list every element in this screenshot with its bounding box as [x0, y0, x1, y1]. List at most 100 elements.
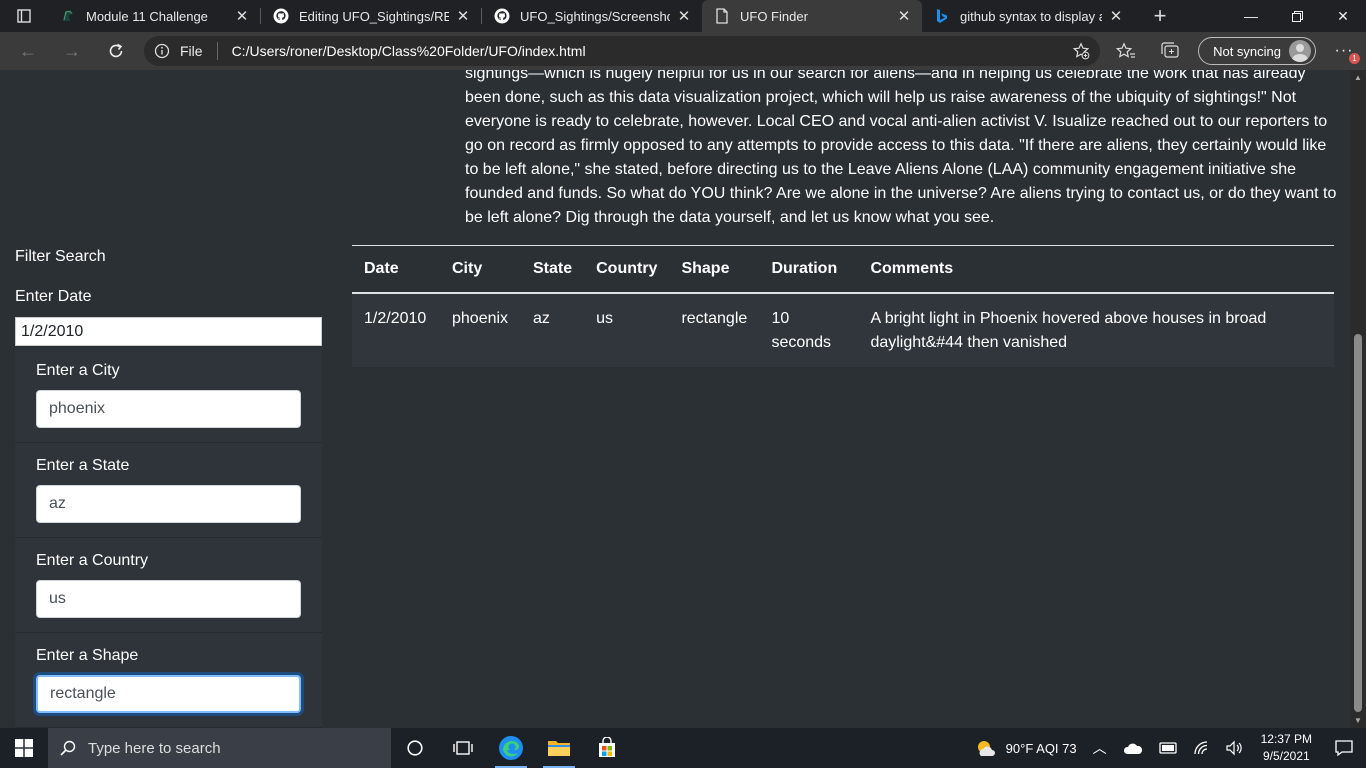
column-header-city: City: [440, 245, 521, 294]
cell-date: 1/2/2010: [352, 293, 440, 367]
avatar: [1289, 40, 1311, 62]
tab-actions-icon: [17, 9, 31, 23]
cell-shape: rectangle: [669, 293, 760, 367]
battery-device-icon: [1158, 742, 1177, 754]
tab-title: UFO Finder: [740, 8, 808, 24]
collections-button[interactable]: [1148, 32, 1192, 70]
restore-button[interactable]: [1274, 0, 1320, 32]
close-tab-icon[interactable]: ✕: [455, 7, 471, 25]
network-button[interactable]: [1185, 728, 1217, 768]
taskbar-clock[interactable]: 12:37 PM 9/5/2021: [1251, 731, 1322, 765]
cortana-icon: [407, 740, 423, 756]
close-tab-icon[interactable]: ✕: [676, 7, 692, 25]
scroll-up-icon[interactable]: ▲: [1353, 73, 1363, 82]
forward-button[interactable]: →: [50, 32, 94, 70]
filter-list: Enter a City Enter a State Enter a Count…: [15, 348, 322, 728]
info-icon[interactable]: [144, 43, 180, 59]
restore-icon: [1291, 10, 1303, 22]
weather-text: 90°F AQI 73: [1005, 740, 1077, 756]
settings-menu-button[interactable]: ··· 1: [1322, 32, 1366, 70]
onedrive-button[interactable]: [1115, 728, 1151, 768]
tab-bing-search[interactable]: github syntax to display an im ✕: [922, 0, 1134, 32]
date-input[interactable]: [15, 317, 322, 346]
tab-editing-readme[interactable]: Editing UFO_Sightings/README ✕: [261, 0, 481, 32]
tab-ufo-finder[interactable]: UFO Finder ✕: [702, 0, 922, 32]
close-tab-icon[interactable]: ✕: [234, 7, 250, 25]
filter-item-shape: Enter a Shape: [15, 633, 322, 728]
page-content: sightings—which is hugely helpful for us…: [0, 70, 1350, 728]
plus-icon: +: [1153, 3, 1167, 28]
show-hidden-icons-button[interactable]: ︿: [1085, 728, 1115, 768]
column-header-comments: Comments: [858, 245, 1334, 294]
date-label: Enter Date: [15, 288, 92, 305]
scheme-label: File: [180, 43, 203, 59]
table-header-row: Date City State Country Shape Duration C…: [352, 245, 1334, 294]
browser-tab-bar: Module 11 Challenge ✕ Editing UFO_Sighti…: [0, 0, 1366, 32]
page-scrollbar[interactable]: ▲ ▼: [1350, 70, 1366, 728]
cell-duration: 10 seconds: [759, 293, 859, 367]
new-tab-button[interactable]: +: [1142, 0, 1178, 32]
cell-city: phoenix: [440, 293, 521, 367]
speaker-icon: [1226, 740, 1242, 756]
state-input[interactable]: [36, 485, 301, 523]
column-header-shape: Shape: [669, 245, 760, 294]
ufo-table-container: Date City State Country Shape Duration C…: [352, 245, 1334, 367]
tab-actions-button[interactable]: [0, 0, 48, 32]
tab-title: UFO_Sightings/Screenshot (2: [520, 8, 670, 24]
msu-spartan-icon: [60, 8, 76, 24]
tab-title: github syntax to display an im: [960, 8, 1102, 24]
notification-badge: 1: [1349, 53, 1360, 64]
refresh-icon: [109, 43, 123, 58]
device-button[interactable]: [1151, 728, 1185, 768]
url-text[interactable]: C:/Users/roner/Desktop/Class%20Folder/UF…: [232, 43, 586, 59]
search-icon: [48, 739, 88, 757]
city-input[interactable]: [36, 390, 301, 428]
page-icon: [714, 8, 730, 24]
store-button[interactable]: [583, 728, 631, 768]
tab-title: Editing UFO_Sightings/README: [299, 8, 449, 24]
cell-state: az: [521, 293, 585, 367]
close-tab-icon[interactable]: ✕: [896, 7, 912, 25]
back-arrow-icon: ←: [19, 40, 37, 61]
close-window-button[interactable]: ✕: [1320, 0, 1366, 32]
shape-label: Enter a Shape: [36, 647, 139, 664]
filter-item-country: Enter a Country: [15, 538, 322, 633]
folder-icon: [548, 741, 570, 756]
refresh-button[interactable]: [94, 32, 138, 70]
table-row: 1/2/2010 phoenix az us rectangle 10 seco…: [352, 293, 1334, 367]
back-button[interactable]: ←: [6, 32, 50, 70]
filter-item-state: Enter a State: [15, 443, 322, 538]
chevron-up-icon: ︿: [1092, 740, 1107, 756]
shape-input[interactable]: [36, 675, 301, 713]
clock-time: 12:37 PM: [1260, 732, 1312, 746]
scroll-down-icon[interactable]: ▼: [1353, 716, 1363, 725]
close-icon: ✕: [1337, 7, 1349, 24]
column-header-duration: Duration: [759, 245, 859, 294]
tab-module-11[interactable]: Module 11 Challenge ✕: [48, 0, 260, 32]
country-input[interactable]: [36, 580, 301, 618]
volume-button[interactable]: [1217, 728, 1251, 768]
task-view-button[interactable]: [439, 728, 487, 768]
notifications-button[interactable]: [1322, 728, 1366, 768]
taskbar-search-box[interactable]: Type here to search: [48, 728, 391, 768]
weather-widget[interactable]: 90°F AQI 73: [966, 728, 1085, 768]
close-tab-icon[interactable]: ✕: [1108, 7, 1124, 25]
start-button[interactable]: [0, 728, 48, 768]
cortana-button[interactable]: [391, 728, 439, 768]
edge-taskbar-button[interactable]: [487, 728, 535, 768]
ufo-table: Date City State Country Shape Duration C…: [352, 245, 1334, 367]
github-icon: [273, 8, 289, 24]
article-text: sightings—which is hugely helpful for us…: [465, 70, 1337, 226]
edge-icon: [499, 736, 523, 760]
favorites-button[interactable]: [1104, 32, 1148, 70]
profile-sync-button[interactable]: Not syncing: [1198, 37, 1316, 65]
browser-toolbar: ← → File C:/Users/roner/Desktop/Class%20…: [0, 32, 1366, 70]
minimize-button[interactable]: —: [1228, 0, 1274, 32]
add-favorite-icon[interactable]: [1072, 42, 1090, 63]
address-bar[interactable]: File C:/Users/roner/Desktop/Class%20Fold…: [144, 36, 1100, 66]
city-label: Enter a City: [36, 362, 120, 379]
tab-screenshot[interactable]: UFO_Sightings/Screenshot (2 ✕: [482, 0, 702, 32]
scrollbar-thumb[interactable]: [1354, 334, 1362, 712]
file-explorer-button[interactable]: [535, 728, 583, 768]
filter-item-city: Enter a City: [15, 348, 322, 443]
